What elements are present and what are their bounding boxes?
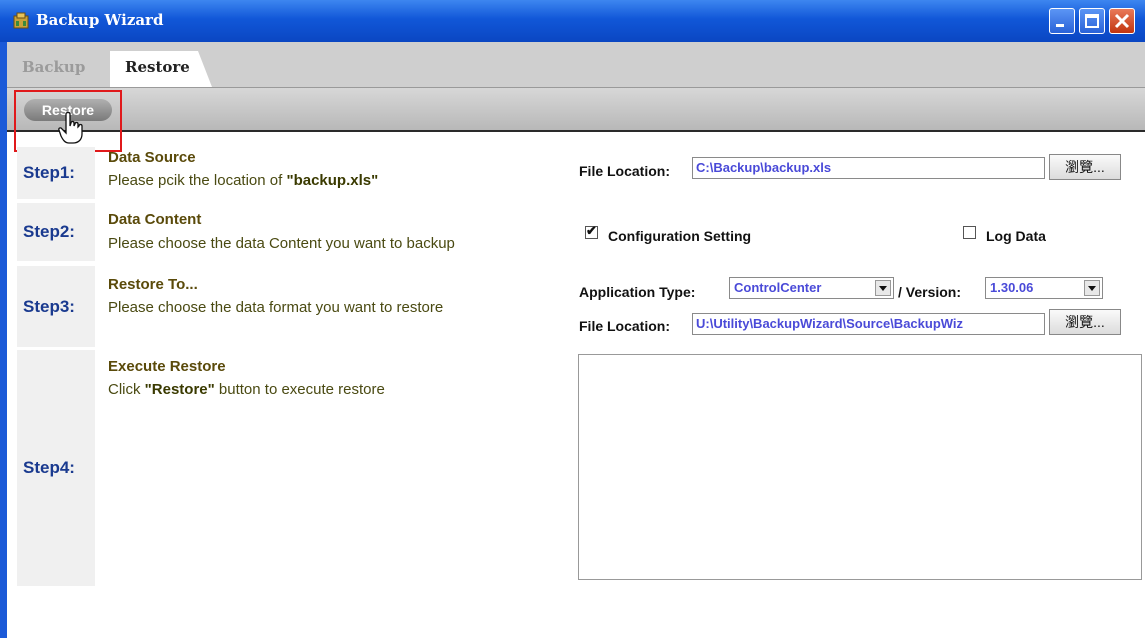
file-location-label-2: File Location: xyxy=(579,318,670,334)
maximize-icon xyxy=(1085,14,1099,28)
app-icon xyxy=(13,12,29,29)
tab-restore[interactable]: Restore xyxy=(125,58,190,76)
step2-description: Please choose the data Content you want … xyxy=(108,235,455,252)
application-type-value: ControlCenter xyxy=(734,280,822,295)
file-location-input-1[interactable]: C:\Backup\backup.xls xyxy=(692,157,1045,179)
step3-label: Step3: xyxy=(17,266,95,347)
config-checkbox[interactable]: ✔ xyxy=(585,223,598,239)
toolbar xyxy=(7,88,1145,132)
close-button[interactable] xyxy=(1109,8,1135,34)
title-bar: Backup Wizard xyxy=(0,0,1145,42)
step4-label: Step4: xyxy=(17,350,95,586)
step1-description: Please pcik the location of "backup.xls" xyxy=(108,172,379,189)
tab-strip: Backup Restore xyxy=(7,42,1145,88)
config-label: Configuration Setting xyxy=(608,228,752,244)
step4-description: Click "Restore" button to execute restor… xyxy=(108,381,385,398)
version-select[interactable]: 1.30.06 xyxy=(985,277,1103,299)
checkmark-icon: ✔ xyxy=(586,223,597,238)
output-text-area[interactable] xyxy=(578,354,1142,580)
version-label: / Version: xyxy=(898,284,962,300)
version-value: 1.30.06 xyxy=(990,280,1034,295)
step1-title: Data Source xyxy=(108,149,196,166)
step3-title: Restore To... xyxy=(108,276,198,293)
step4-title: Execute Restore xyxy=(108,358,226,375)
close-icon xyxy=(1114,13,1130,29)
file-location-label-1: File Location: xyxy=(579,163,670,179)
minimize-button[interactable] xyxy=(1049,8,1075,34)
step1-label: Step1: xyxy=(17,147,95,199)
log-data-label: Log Data xyxy=(986,228,1046,244)
tab-backup[interactable]: Backup xyxy=(22,58,85,76)
step3-description: Please choose the data format you want t… xyxy=(108,299,444,316)
maximize-button[interactable] xyxy=(1079,8,1105,34)
application-type-select[interactable]: ControlCenter xyxy=(729,277,894,299)
browse-button-1[interactable]: 瀏覽... xyxy=(1049,154,1121,180)
dropdown-arrow-icon xyxy=(875,280,891,296)
application-type-label: Application Type: xyxy=(579,284,696,300)
file-location-input-2[interactable]: U:\Utility\BackupWizard\Source\BackupWiz xyxy=(692,313,1045,335)
window-frame xyxy=(0,42,7,638)
step2-label: Step2: xyxy=(17,203,95,261)
step2-title: Data Content xyxy=(108,211,202,228)
browse-button-2[interactable]: 瀏覽... xyxy=(1049,309,1121,335)
log-data-checkbox[interactable] xyxy=(963,226,976,239)
minimize-icon xyxy=(1056,24,1064,27)
hand-cursor-icon xyxy=(58,112,83,144)
dropdown-arrow-icon xyxy=(1084,280,1100,296)
window-title: Backup Wizard xyxy=(36,11,164,29)
